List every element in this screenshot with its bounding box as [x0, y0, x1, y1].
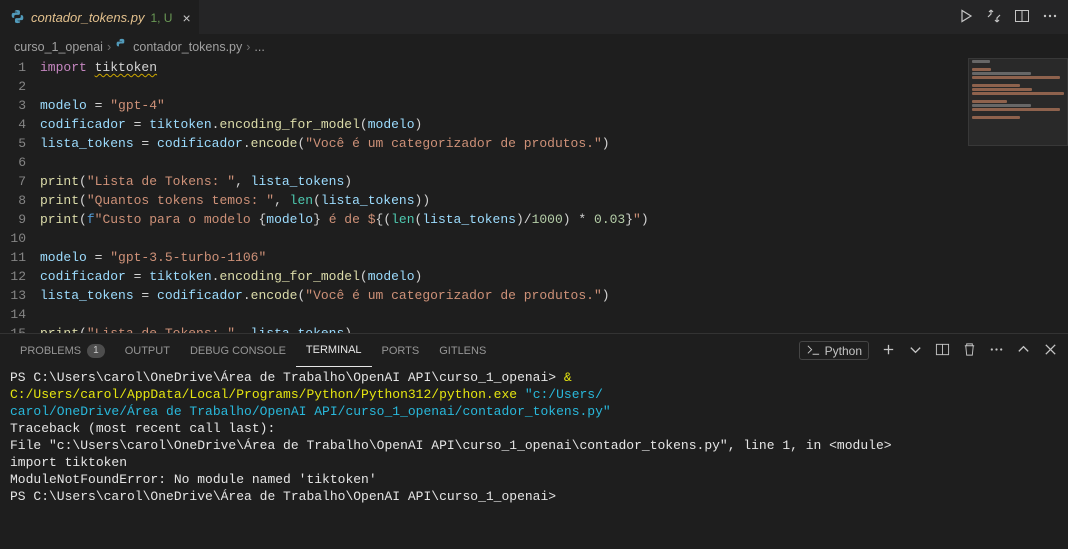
tab-debug-console[interactable]: DEBUG CONSOLE	[180, 334, 296, 367]
panel: PROBLEMS 1 OUTPUT DEBUG CONSOLE TERMINAL…	[0, 333, 1068, 549]
tab-ports[interactable]: PORTS	[372, 334, 430, 367]
new-terminal-icon[interactable]	[881, 342, 896, 360]
python-file-icon	[10, 9, 25, 27]
editor-actions	[958, 0, 1068, 34]
breadcrumb-trail: ...	[254, 40, 264, 54]
tab-label: GITLENS	[439, 345, 486, 357]
breadcrumb-folder: curso_1_openai	[14, 40, 103, 54]
terminal-output[interactable]: PS C:\Users\carol\OneDrive\Área de Traba…	[0, 367, 1068, 549]
compare-changes-icon[interactable]	[986, 8, 1002, 27]
breadcrumb[interactable]: curso_1_openai › contador_tokens.py › ..…	[0, 35, 1068, 58]
tab-output[interactable]: OUTPUT	[115, 334, 180, 367]
tab-label: OUTPUT	[125, 345, 170, 357]
code-area[interactable]: import tiktokenmodelo = "gpt-4"codificad…	[40, 58, 1068, 333]
chevron-down-icon[interactable]	[908, 342, 923, 360]
close-icon[interactable]: ×	[182, 10, 190, 26]
tab-label: PROBLEMS	[20, 345, 81, 357]
chevron-right-icon: ›	[246, 40, 250, 54]
problems-badge: 1	[87, 344, 105, 358]
chevron-up-icon[interactable]	[1016, 342, 1031, 360]
panel-tabs: PROBLEMS 1 OUTPUT DEBUG CONSOLE TERMINAL…	[0, 334, 1068, 367]
tab-git-status: 1, U	[150, 11, 172, 25]
tab-label: PORTS	[382, 345, 420, 357]
panel-actions: Python	[799, 341, 1058, 360]
breadcrumb-file: contador_tokens.py	[133, 40, 242, 54]
terminal-profile-dropdown[interactable]: Python	[799, 341, 869, 360]
minimap-viewport[interactable]	[968, 58, 1068, 146]
split-editor-icon[interactable]	[1014, 8, 1030, 27]
tab-bar: contador_tokens.py 1, U ×	[0, 0, 1068, 35]
minimap[interactable]	[968, 58, 1068, 333]
python-file-icon	[115, 38, 129, 55]
more-icon[interactable]	[989, 342, 1004, 360]
tab-terminal[interactable]: TERMINAL	[296, 334, 372, 367]
tab-label: TERMINAL	[306, 344, 362, 356]
tab-problems[interactable]: PROBLEMS 1	[10, 334, 115, 367]
kill-terminal-icon[interactable]	[962, 342, 977, 360]
run-icon[interactable]	[958, 8, 974, 27]
editor[interactable]: 123456789101112131415 import tiktokenmod…	[0, 58, 1068, 333]
tab-gitlens[interactable]: GITLENS	[429, 334, 496, 367]
dropdown-label: Python	[825, 344, 862, 358]
tab-filename: contador_tokens.py	[31, 10, 144, 25]
close-panel-icon[interactable]	[1043, 342, 1058, 360]
more-actions-icon[interactable]	[1042, 8, 1058, 27]
chevron-right-icon: ›	[107, 40, 111, 54]
split-terminal-icon[interactable]	[935, 342, 950, 360]
line-gutter: 123456789101112131415	[0, 58, 40, 333]
tab-contador-tokens[interactable]: contador_tokens.py 1, U ×	[0, 0, 199, 34]
tab-label: DEBUG CONSOLE	[190, 345, 286, 357]
